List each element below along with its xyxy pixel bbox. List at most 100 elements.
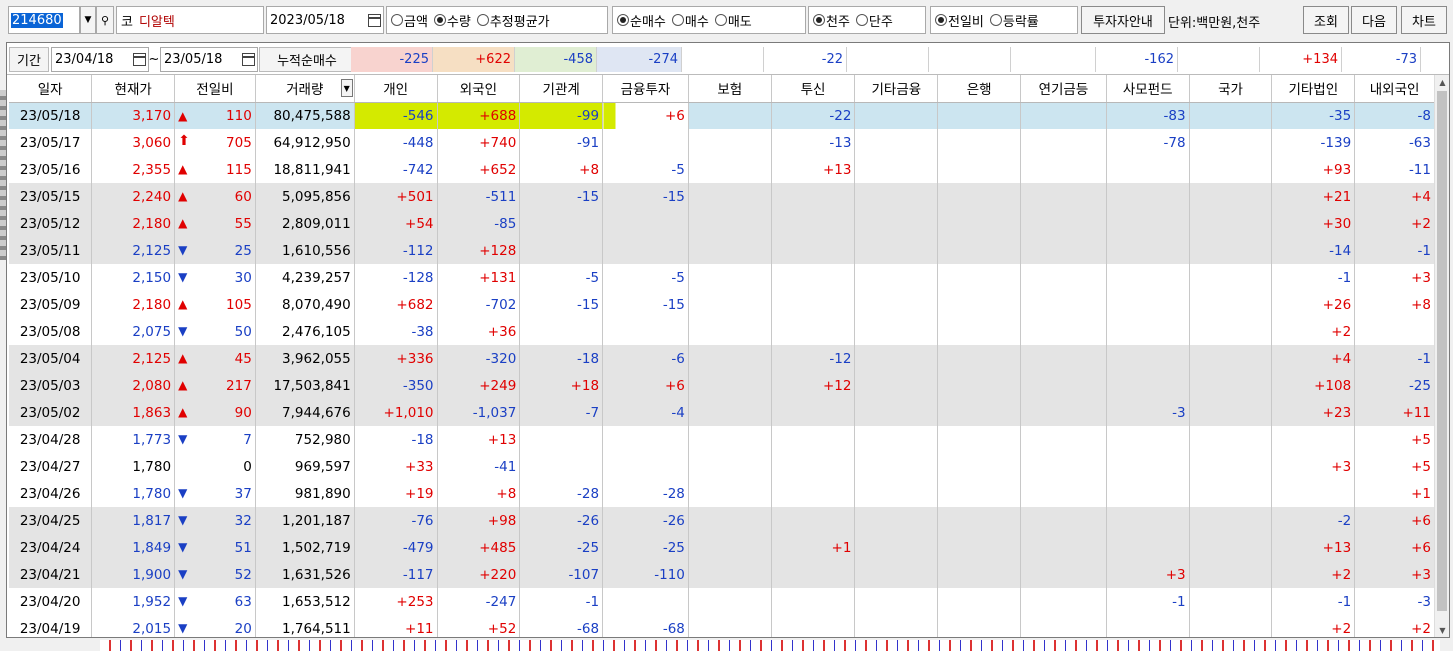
investor-cell: +98 <box>437 507 521 534</box>
table-row[interactable]: 23/05/12 2,180 ▲ 55 2,809,011 +54 -85 +30 +2 <box>9 210 1435 237</box>
table-row[interactable]: 23/04/21 1,900 ▼ 52 1,631,526 -117 +220 -107 -11… <box>9 561 1435 588</box>
date-input[interactable]: 2023/05/18 <box>266 6 384 34</box>
scroll-down-icon[interactable]: ▼ <box>1435 623 1449 637</box>
chart-button[interactable]: 차트 <box>1401 6 1447 34</box>
calendar-icon[interactable] <box>368 13 381 27</box>
table-row[interactable]: 23/05/18 3,170 ▲ 110 80,475,588 -546 +688 -99 +6… <box>9 102 1435 129</box>
scroll-thumb[interactable] <box>1437 91 1447 611</box>
radio-option[interactable]: 매수 <box>671 11 709 30</box>
calendar-icon[interactable] <box>242 53 255 66</box>
radio-option[interactable]: 전일비 <box>935 11 984 30</box>
investor-cell <box>688 183 772 210</box>
vertical-scrollbar[interactable]: ▲ ▼ <box>1434 75 1449 637</box>
investor-cell <box>1189 210 1273 237</box>
table-row[interactable]: 23/05/04 2,125 ▲ 45 3,962,055 +336 -320 -18 -6 -1… <box>9 345 1435 372</box>
table-row[interactable]: 23/05/17 3,060 ⬆ 705 64,912,950 -448 +740 -91 -1… <box>9 129 1435 156</box>
radio-option[interactable]: 단주 <box>855 11 893 30</box>
column-header[interactable]: 개인 <box>354 75 438 103</box>
stock-code-input[interactable]: 214680 <box>8 6 80 34</box>
investor-cell: +220 <box>437 561 521 588</box>
radio-option[interactable]: 등락률 <box>989 11 1039 30</box>
investor-cell <box>688 480 772 507</box>
code-search-button[interactable]: ⚲ <box>96 6 114 34</box>
column-header[interactable]: 기관계 <box>519 75 604 103</box>
code-dropdown-button[interactable]: ▼ <box>80 6 96 34</box>
period-to-input[interactable]: 23/05/18 <box>160 47 258 72</box>
investor-cell <box>1189 372 1273 399</box>
volume-cell: 2,476,105 <box>255 318 355 345</box>
query-button[interactable]: 조회 <box>1303 6 1349 34</box>
change-cell: ▼ 51 <box>174 534 256 561</box>
sort-dropdown-icon[interactable]: ▼ <box>340 79 353 97</box>
column-header[interactable]: 현재가 <box>91 75 176 103</box>
column-header[interactable]: 기타금융 <box>854 75 939 103</box>
investor-cell <box>854 237 939 264</box>
period-from-input[interactable]: 23/04/18 <box>51 47 149 72</box>
column-header[interactable]: 내외국인 <box>1354 75 1435 103</box>
table-row[interactable]: 23/05/16 2,355 ▲ 115 18,811,941 -742 +652 +8 -5 +… <box>9 156 1435 183</box>
table-row[interactable]: 23/05/15 2,240 ▲ 60 5,095,856 +501 -511 -15 -15 +… <box>9 183 1435 210</box>
column-header[interactable]: 사모펀드 <box>1106 75 1190 103</box>
radio-option[interactable]: 수량 <box>433 11 471 30</box>
investor-cell: +108 <box>1271 372 1356 399</box>
investor-cell: -1 <box>1271 588 1356 615</box>
scroll-up-icon[interactable]: ▲ <box>1435 75 1449 90</box>
column-header[interactable]: 외국인 <box>437 75 521 103</box>
table-row[interactable]: 23/05/08 2,075 ▼ 50 2,476,105 -38 +36 +2 <box>9 318 1435 345</box>
change-value: 105 <box>226 296 252 313</box>
table-row[interactable]: 23/05/11 2,125 ▼ 25 1,610,556 -112 +128 -14 -1 <box>9 237 1435 264</box>
investor-cell <box>854 534 939 561</box>
investor-cell <box>1189 453 1273 480</box>
investor-cell <box>854 507 939 534</box>
table-row[interactable]: 23/05/03 2,080 ▲ 217 17,503,841 -350 +249 +18 +6… <box>9 372 1435 399</box>
table-row[interactable]: 23/04/27 1,780 0 969,597 +33 -41 +3 +5 <box>9 453 1435 480</box>
column-header[interactable]: 전일비 <box>174 75 256 103</box>
column-header[interactable]: 거래량 ▼ <box>255 75 355 103</box>
table-row[interactable]: 23/04/28 1,773 ▼ 7 752,980 -18 +13 +5 <box>9 426 1435 453</box>
next-button[interactable]: 다음 <box>1351 6 1397 34</box>
investor-cell: +6 <box>602 102 689 129</box>
investor-cell: -91 <box>519 129 604 156</box>
table-row[interactable]: 23/04/26 1,780 ▼ 37 981,890 +19 +8 -28 -28 +1 <box>9 480 1435 507</box>
table-row[interactable]: 23/04/24 1,849 ▼ 51 1,502,719 -479 +485 -25 -25 +… <box>9 534 1435 561</box>
column-header[interactable]: 투신 <box>771 75 856 103</box>
radio-option[interactable]: 순매수 <box>617 11 666 30</box>
investor-cell <box>1189 426 1273 453</box>
investor-cell: +682 <box>354 291 438 318</box>
investor-cell: -78 <box>1106 129 1190 156</box>
column-header[interactable]: 보험 <box>688 75 772 103</box>
stock-name-box[interactable]: 코 디알텍 <box>116 6 264 34</box>
investor-cell <box>1020 507 1107 534</box>
calendar-icon[interactable] <box>133 53 146 66</box>
price-cell: 3,060 <box>91 129 176 156</box>
column-header[interactable]: 기타법인 <box>1271 75 1356 103</box>
table-row[interactable]: 23/04/19 2,015 ▼ 20 1,764,511 +11 +52 -68 -68 +2 +… <box>9 615 1435 637</box>
column-header[interactable]: 금융투자 <box>602 75 689 103</box>
table-row[interactable]: 23/04/25 1,817 ▼ 32 1,201,187 -76 +98 -26 -26 -2 +… <box>9 507 1435 534</box>
table-row[interactable]: 23/05/09 2,180 ▲ 105 8,070,490 +682 -702 -15 -15… <box>9 291 1435 318</box>
cumulative-value <box>1011 47 1096 72</box>
radio-option[interactable]: 금액 <box>391 11 428 30</box>
investor-guide-button[interactable]: 투자자안내 <box>1081 6 1165 34</box>
date-cell: 23/04/21 <box>9 561 93 588</box>
investor-cell: +6 <box>1354 534 1435 561</box>
investor-cell <box>854 588 939 615</box>
investor-cell: +128 <box>437 237 521 264</box>
radio-option[interactable]: 추정평균가 <box>476 11 550 30</box>
radio-option[interactable]: 매도 <box>714 11 752 30</box>
investor-cell: -25 <box>1354 372 1435 399</box>
investor-cell <box>937 507 1022 534</box>
table-row[interactable]: 23/05/10 2,150 ▼ 30 4,239,257 -128 +131 -5 -5 -1 +… <box>9 264 1435 291</box>
price-cell: 2,240 <box>91 183 176 210</box>
price-cell: 2,080 <box>91 372 176 399</box>
column-header[interactable]: 연기금등 <box>1020 75 1107 103</box>
volume-cell: 64,912,950 <box>255 129 355 156</box>
table-row[interactable]: 23/04/20 1,952 ▼ 63 1,653,512 +253 -247 -1 -1 -1-… <box>9 588 1435 615</box>
table-row[interactable]: 23/05/02 1,863 ▲ 90 7,944,676 +1,010 -1,037 -7-… <box>9 399 1435 426</box>
column-header[interactable]: 일자 <box>9 75 93 103</box>
up-triangle-icon: ▲ <box>178 378 188 392</box>
radio-option[interactable]: 천주 <box>813 11 850 30</box>
column-header[interactable]: 국가 <box>1189 75 1273 103</box>
column-header[interactable]: 은행 <box>937 75 1022 103</box>
investor-cell <box>1106 237 1190 264</box>
